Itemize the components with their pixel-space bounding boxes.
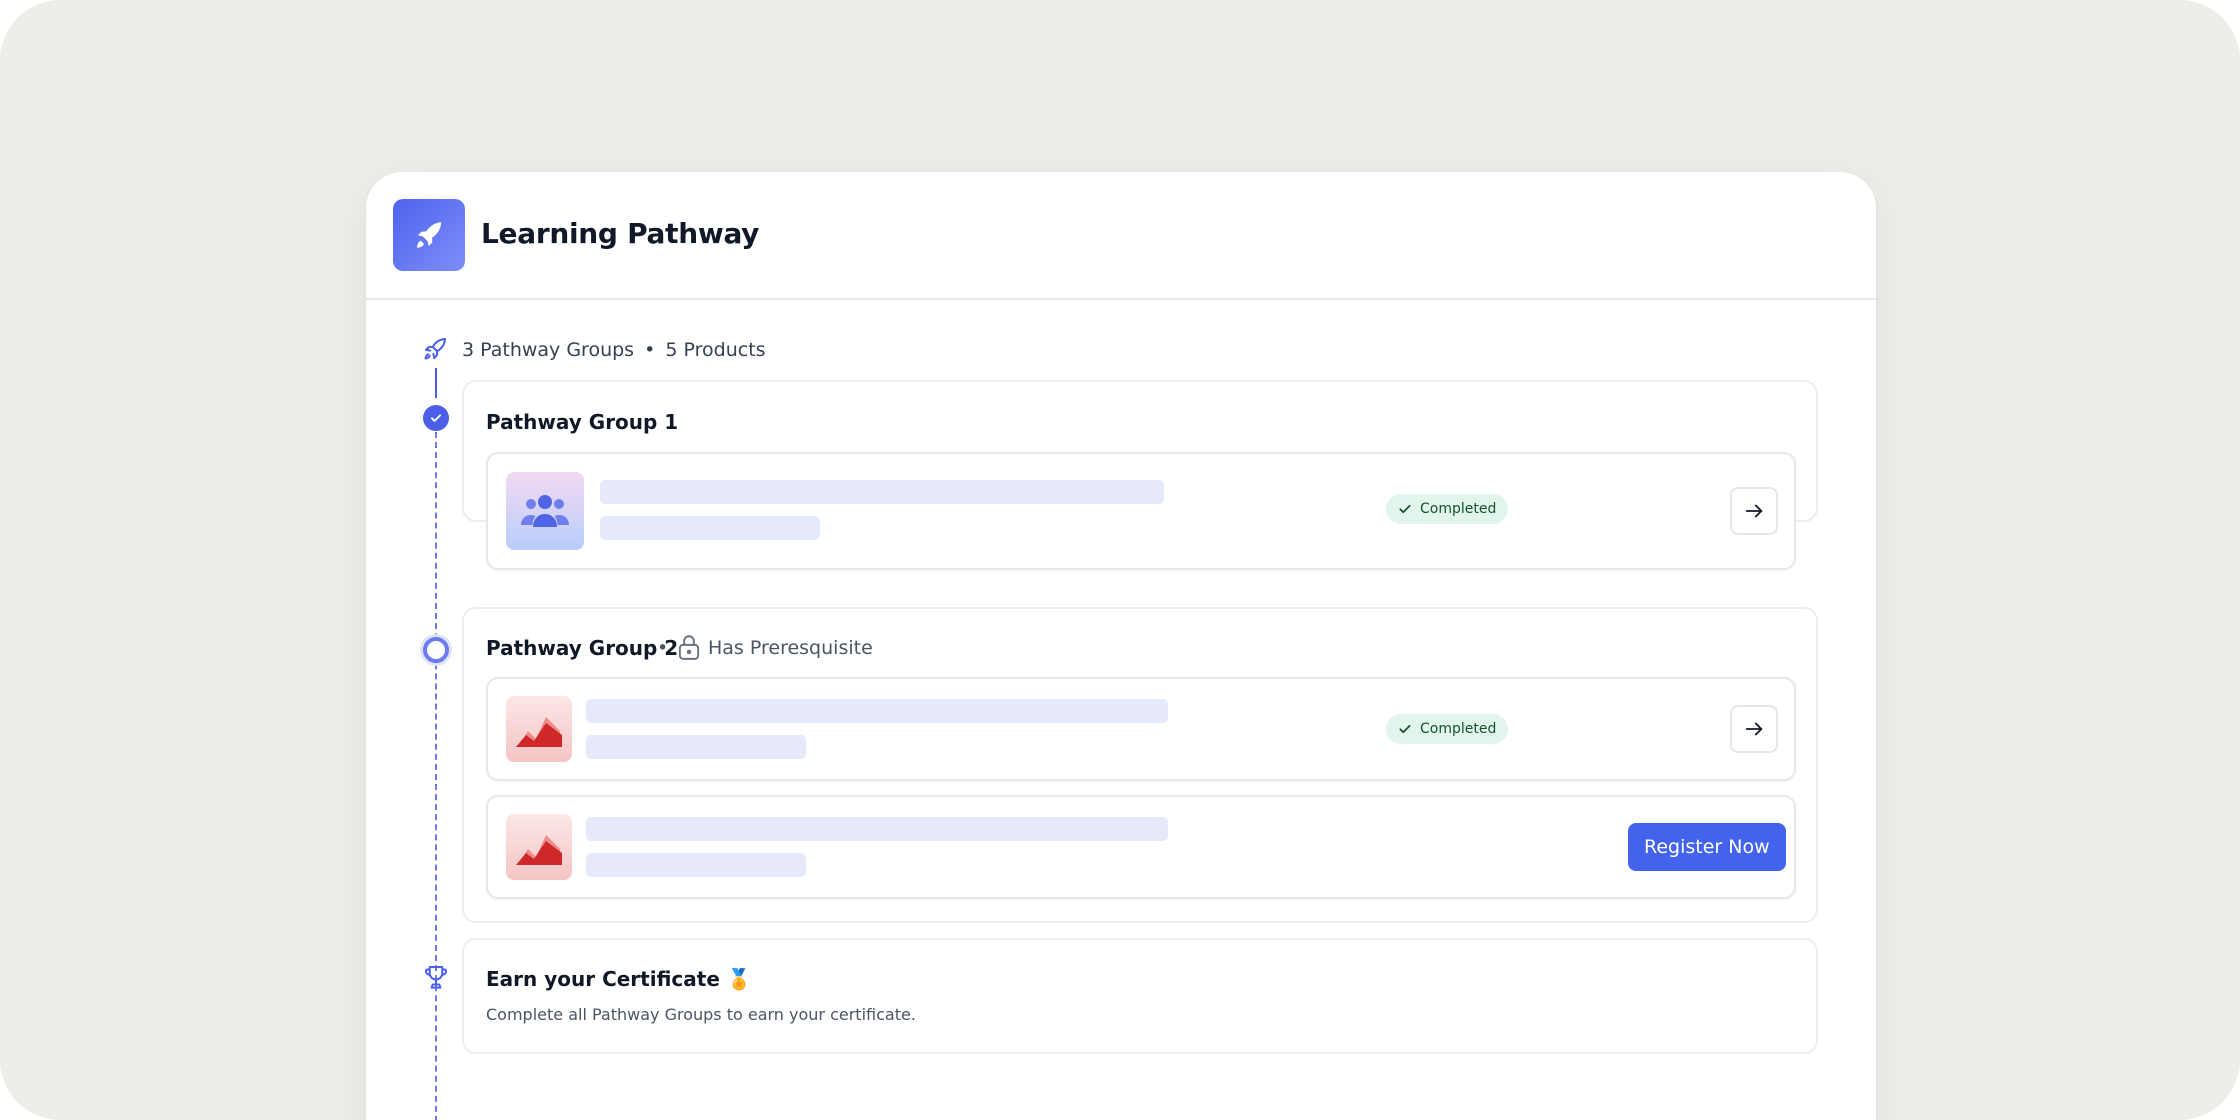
certificate-description: Complete all Pathway Groups to earn your… xyxy=(486,1005,916,1024)
pathway-summary: 3 Pathway Groups • 5 Products xyxy=(462,338,766,362)
title-placeholder xyxy=(586,817,1168,841)
area-chart-icon xyxy=(506,696,572,762)
arrow-right-icon xyxy=(1745,722,1763,736)
medal-icon: 🏅 xyxy=(726,967,752,991)
pathway-group-1: Pathway Group 1 Completed xyxy=(462,380,1818,570)
check-icon xyxy=(1399,724,1411,734)
title-placeholder xyxy=(600,480,1164,504)
pathway-group-title: Pathway Group 1 xyxy=(486,410,679,434)
product-item[interactable]: Completed xyxy=(486,452,1796,570)
open-product-button[interactable] xyxy=(1730,487,1778,535)
timeline-connector xyxy=(435,368,437,398)
register-now-button[interactable]: Register Now xyxy=(1628,823,1786,871)
subtitle-placeholder xyxy=(586,735,806,759)
arrow-right-icon xyxy=(1745,504,1763,518)
prerequisite-label: Has Preresquisite xyxy=(708,637,873,659)
completed-badge: Completed xyxy=(1386,714,1509,744)
certificate-title: Earn your Certificate 🏅 xyxy=(486,967,752,991)
learning-pathway-card: Learning Pathway 3 Pathway Groups • 5 Pr… xyxy=(366,172,1876,1120)
prerequisite-separator: • xyxy=(657,637,669,659)
certificate-card: Earn your Certificate 🏅 Complete all Pat… xyxy=(462,938,1818,1054)
timeline-dashed-line xyxy=(435,432,437,1120)
groups-count: 3 Pathway Groups xyxy=(462,339,635,361)
rocket-icon xyxy=(417,222,442,248)
completed-badge: Completed xyxy=(1386,494,1509,524)
check-icon xyxy=(1399,504,1411,514)
page-title: Learning Pathway xyxy=(481,217,760,250)
product-item[interactable]: Completed xyxy=(486,677,1796,781)
pathway-group-2: Pathway Group 2 • Has Preresquisite Comp… xyxy=(462,607,1818,923)
rocket-outline-icon xyxy=(420,334,450,368)
screen-background: Learning Pathway 3 Pathway Groups • 5 Pr… xyxy=(0,0,2240,1120)
status-label: Completed xyxy=(1420,501,1497,517)
subtitle-placeholder xyxy=(586,853,806,877)
product-item[interactable]: Register Now xyxy=(486,795,1796,899)
open-product-button[interactable] xyxy=(1730,705,1778,753)
people-icon xyxy=(506,472,584,550)
progress-ring-icon xyxy=(423,637,449,663)
trophy-icon xyxy=(421,962,451,996)
products-count: 5 Products xyxy=(665,339,766,361)
pathway-group-title: Pathway Group 2 xyxy=(486,636,679,660)
area-chart-icon xyxy=(506,814,572,880)
logo-tile xyxy=(393,199,465,271)
title-placeholder xyxy=(586,699,1168,723)
summary-separator: • xyxy=(644,339,656,361)
subtitle-placeholder xyxy=(600,516,820,540)
lock-icon xyxy=(676,633,702,665)
check-circle-icon xyxy=(423,405,449,431)
card-header: Learning Pathway xyxy=(366,172,1876,300)
status-label: Completed xyxy=(1420,721,1497,737)
